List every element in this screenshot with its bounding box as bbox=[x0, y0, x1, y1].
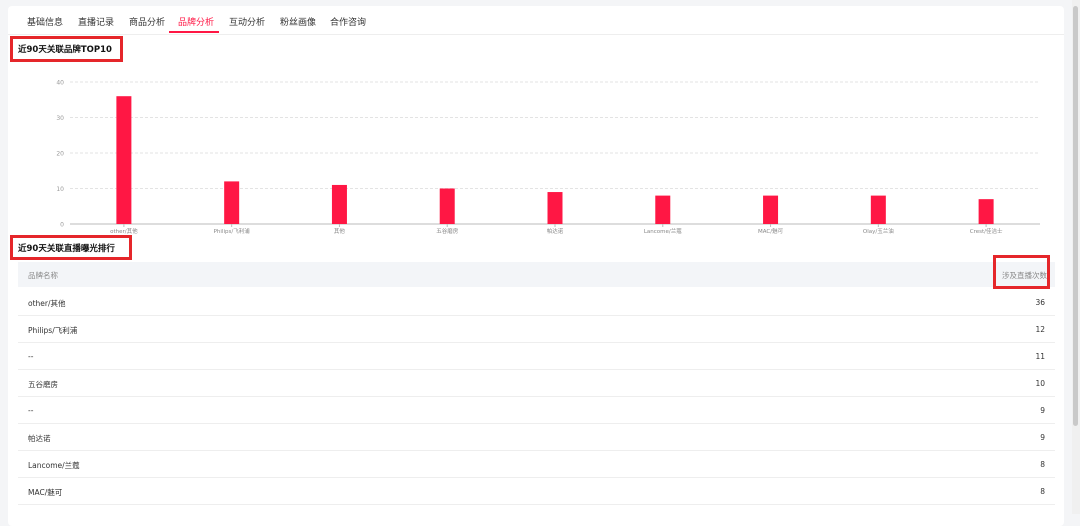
brand-name-cell: -- bbox=[28, 352, 34, 361]
bar bbox=[116, 96, 132, 224]
y-tick-label: 20 bbox=[56, 151, 64, 158]
x-tick-label: 五谷磨房 bbox=[436, 227, 459, 235]
table-row: Philips/飞利浦 12 bbox=[18, 316, 1055, 343]
bar bbox=[224, 181, 240, 224]
live-count-cell: 11 bbox=[1035, 352, 1045, 361]
table-row: MAC/魅可 8 bbox=[18, 478, 1055, 505]
live-count-cell: 8 bbox=[1040, 487, 1045, 496]
x-tick-label: other/其他 bbox=[110, 227, 138, 235]
ranking-title-highlight-box bbox=[10, 235, 132, 260]
brand-name-cell: -- bbox=[28, 406, 34, 415]
count-column-highlight-box bbox=[993, 255, 1050, 289]
live-count-cell: 10 bbox=[1035, 379, 1045, 388]
table-header: 品牌名称 涉及直播次数 bbox=[18, 262, 1055, 287]
bar bbox=[655, 195, 671, 224]
y-tick-label: 0 bbox=[60, 222, 64, 229]
bar bbox=[978, 199, 994, 224]
live-count-cell: 9 bbox=[1040, 406, 1045, 415]
live-count-cell: 36 bbox=[1035, 298, 1045, 307]
y-tick-label: 30 bbox=[56, 115, 64, 122]
live-count-cell: 12 bbox=[1035, 325, 1045, 334]
table-row: -- 11 bbox=[18, 343, 1055, 370]
x-tick-label: Crest/佳洁士 bbox=[970, 227, 1003, 235]
bar bbox=[331, 184, 347, 224]
brand-analysis-panel: 基础信息 直播记录 商品分析 品牌分析 互动分析 粉丝画像 合作咨询 近90天关… bbox=[8, 6, 1064, 526]
brand-name-cell: other/其他 bbox=[28, 299, 66, 308]
column-header-brand-name: 品牌名称 bbox=[28, 271, 58, 280]
brand-name-cell: Philips/飞利浦 bbox=[28, 326, 78, 335]
brand-name-cell: MAC/魅可 bbox=[28, 488, 63, 497]
live-count-cell: 9 bbox=[1040, 433, 1045, 442]
x-tick-label: MAC/魅可 bbox=[758, 227, 784, 235]
bar bbox=[763, 195, 779, 224]
x-tick-label: Lancome/兰蔻 bbox=[644, 227, 682, 235]
page-scrollbar[interactable] bbox=[1072, 0, 1080, 514]
bar bbox=[870, 195, 886, 224]
table-row: -- 9 bbox=[18, 397, 1055, 424]
x-tick-label: 其他 bbox=[334, 227, 346, 235]
brand-name-cell: 五谷磨房 bbox=[28, 380, 58, 389]
table-row: 五谷磨房 10 bbox=[18, 370, 1055, 397]
table-row: Lancome/兰蔻 8 bbox=[18, 451, 1055, 478]
y-tick-label: 10 bbox=[56, 186, 64, 193]
brand-name-cell: 帕达诺 bbox=[28, 434, 51, 443]
x-tick-label: Olay/玉兰油 bbox=[863, 227, 894, 235]
table-row: 帕达诺 9 bbox=[18, 424, 1055, 451]
scrollbar-thumb[interactable] bbox=[1073, 6, 1078, 426]
x-tick-label: 帕达诺 bbox=[547, 227, 564, 235]
brand-top10-chart: 0 10 20 30 40 other/其他 Philips/飞利浦 其他 五谷磨房 帕达诺 Lan… bbox=[56, 80, 1040, 235]
x-tick-label: Philips/飞利浦 bbox=[214, 227, 251, 235]
bar bbox=[439, 188, 455, 224]
live-count-cell: 8 bbox=[1040, 460, 1045, 469]
brand-name-cell: Lancome/兰蔻 bbox=[28, 461, 80, 470]
bar bbox=[547, 192, 563, 224]
y-tick-label: 40 bbox=[56, 80, 64, 87]
table-row: other/其他 36 bbox=[18, 289, 1055, 316]
